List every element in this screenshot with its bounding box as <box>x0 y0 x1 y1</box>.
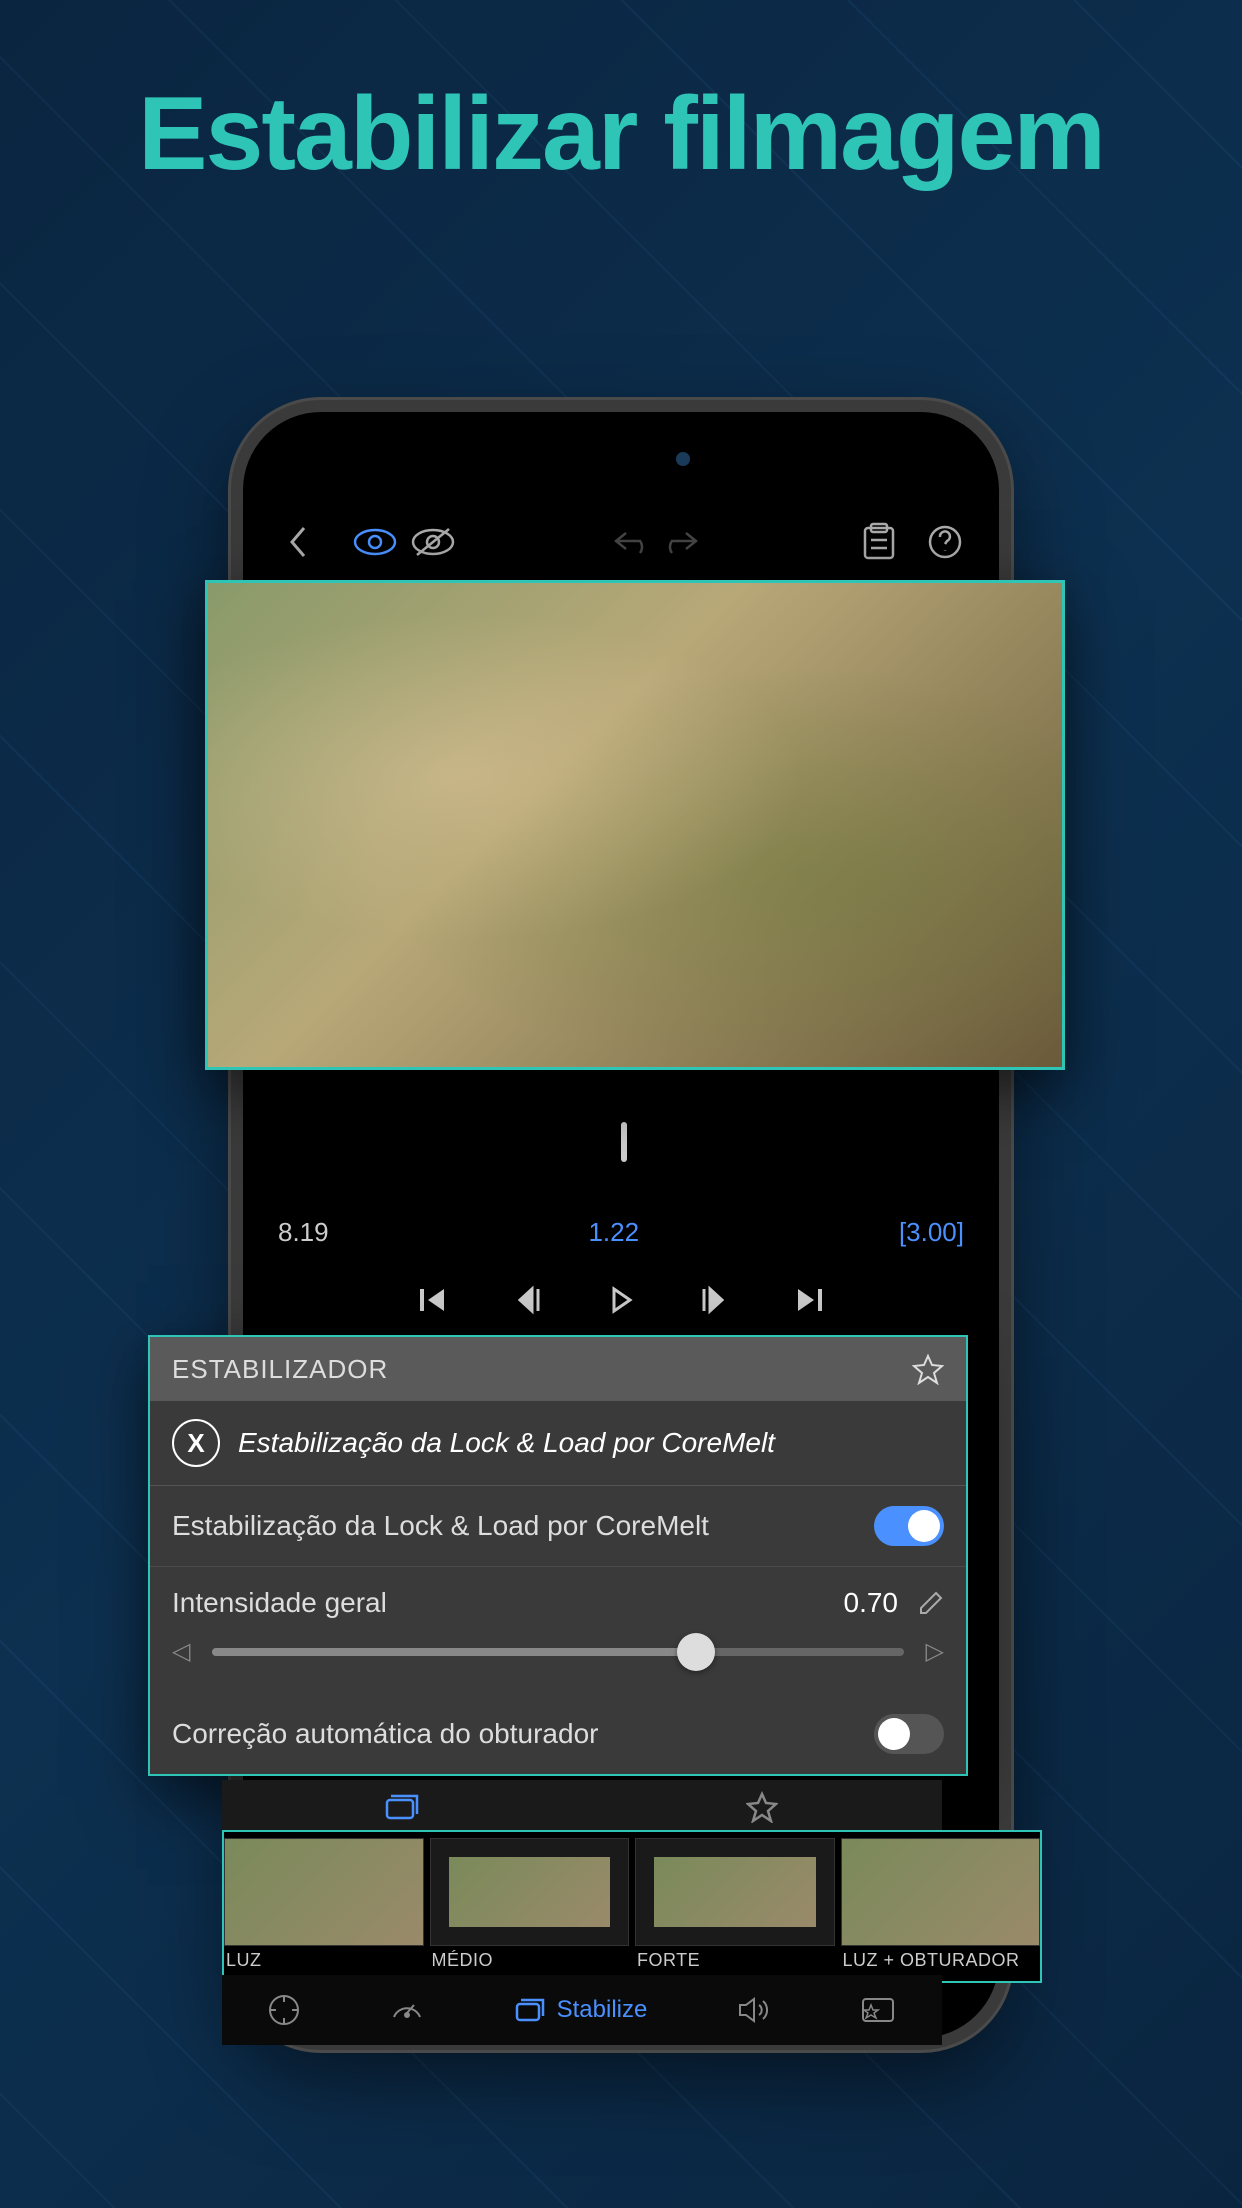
preset-label: MÉDIO <box>430 1946 630 1975</box>
bottom-toolbar: Stabilize <box>222 1975 942 2045</box>
preset-label: LUZ + OBTURADOR <box>841 1946 1041 1975</box>
panel-title: ESTABILIZADOR <box>172 1354 388 1385</box>
top-toolbar <box>243 507 999 577</box>
effects-tool-icon[interactable] <box>859 1995 897 2025</box>
coremelt-badge-icon: X <box>172 1419 220 1467</box>
clipboard-icon[interactable] <box>855 518 903 566</box>
shutter-correction-label: Correção automática do obturador <box>172 1718 598 1750</box>
speed-tool-icon[interactable] <box>390 1993 424 2027</box>
timeline-start-time: 8.19 <box>278 1217 329 1248</box>
edit-pencil-icon[interactable] <box>918 1590 944 1616</box>
eye-icon[interactable] <box>351 518 399 566</box>
play-icon[interactable] <box>599 1278 643 1322</box>
stabilize-tool[interactable]: Stabilize <box>513 1996 648 2024</box>
marketing-headline: Estabilizar filmagem <box>0 75 1242 194</box>
favorite-star-icon[interactable] <box>912 1353 944 1385</box>
skip-start-icon[interactable] <box>411 1278 455 1322</box>
stabilization-toggle-label: Estabilização da Lock & Load por CoreMel… <box>172 1510 709 1542</box>
playhead-indicator[interactable] <box>621 1122 627 1162</box>
preset-medio[interactable]: MÉDIO <box>430 1838 630 1975</box>
intensity-value: 0.70 <box>844 1587 899 1619</box>
intensity-slider[interactable] <box>212 1648 903 1656</box>
crop-tool-icon[interactable] <box>267 1993 301 2027</box>
tab-presets[interactable] <box>222 1780 582 1834</box>
back-icon[interactable] <box>273 518 321 566</box>
video-preview[interactable] <box>205 580 1065 1070</box>
slider-increase-icon[interactable]: ▷ <box>926 1637 944 1666</box>
redo-icon[interactable] <box>656 518 704 566</box>
timeline-current-time: 1.22 <box>588 1217 639 1248</box>
eye-off-icon[interactable] <box>409 518 457 566</box>
skip-end-icon[interactable] <box>787 1278 831 1322</box>
timeline[interactable]: 8.19 1.22 [3.00] <box>243 1132 999 1352</box>
intensity-label: Intensidade geral <box>172 1587 387 1619</box>
stabilization-toggle[interactable] <box>874 1506 944 1546</box>
presets-strip: LUZ MÉDIO FORTE LUZ + OBTURADOR <box>222 1830 1042 1983</box>
tab-favorites[interactable] <box>582 1780 942 1834</box>
audio-tool-icon[interactable] <box>736 1995 770 2025</box>
preset-luz[interactable]: LUZ <box>224 1838 424 1975</box>
frame-forward-icon[interactable] <box>693 1278 737 1322</box>
undo-icon[interactable] <box>608 518 656 566</box>
panel-subtitle: Estabilização da Lock & Load por CoreMel… <box>238 1427 775 1459</box>
help-icon[interactable] <box>921 518 969 566</box>
stabilizer-panel: ESTABILIZADOR X Estabilização da Lock & … <box>148 1335 968 1776</box>
preset-luz-obturador[interactable]: LUZ + OBTURADOR <box>841 1838 1041 1975</box>
preset-forte[interactable]: FORTE <box>635 1838 835 1975</box>
stabilize-label: Stabilize <box>557 1996 648 2024</box>
shutter-correction-toggle[interactable] <box>874 1714 944 1754</box>
slider-decrease-icon[interactable]: ◁ <box>172 1637 190 1666</box>
preset-tabs <box>222 1780 942 1834</box>
phone-notch <box>526 434 716 484</box>
preset-label: LUZ <box>224 1946 424 1975</box>
frame-back-icon[interactable] <box>505 1278 549 1322</box>
timeline-range: [3.00] <box>899 1217 964 1248</box>
preset-label: FORTE <box>635 1946 835 1975</box>
